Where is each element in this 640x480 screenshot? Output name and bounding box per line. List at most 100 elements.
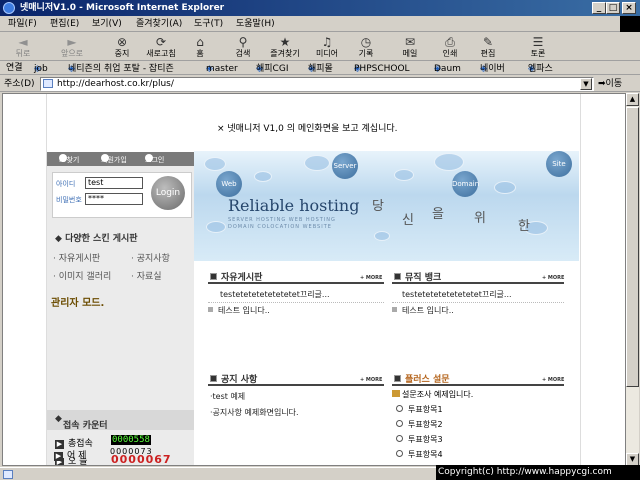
free-board-more[interactable]: + MORE: [360, 275, 382, 281]
bubble-server: Server: [332, 153, 358, 179]
address-dropdown-icon[interactable]: ▼: [580, 78, 592, 90]
counter-yesterday-value: 0000073: [110, 447, 153, 456]
password-label: 비밀번호: [56, 196, 82, 204]
stop-button[interactable]: ⊗ 중지: [108, 33, 136, 61]
banner-char: 위: [474, 211, 486, 226]
links-bar: 연결 ◈ job ◈ 네티즌의 취업 포탈 - 잡티즌 ◈ master ◈ 해피CGI…: [0, 61, 640, 75]
refresh-button[interactable]: ⟳ 새로고침: [140, 33, 182, 61]
skin-link-gallery[interactable]: · 이미지 갤러리: [53, 269, 111, 282]
poll-option[interactable]: 투표항목3: [396, 434, 443, 445]
login-tabs: ID찾기 회원가입 로그인: [47, 152, 194, 166]
star-icon: ★: [279, 35, 291, 49]
ie-icon: [3, 2, 15, 14]
links-label: 연결: [6, 63, 23, 73]
menu-edit[interactable]: 편집(E): [50, 18, 79, 30]
skin-link-files[interactable]: · 자료실: [131, 269, 162, 282]
password-input[interactable]: ****: [85, 193, 143, 205]
poll-question: 설문조사 예제입니다.: [392, 389, 473, 400]
banner-char: 신: [402, 213, 414, 228]
go-button[interactable]: ➡이동: [598, 78, 622, 90]
go-arrow-icon: ➡: [598, 79, 606, 89]
address-bar: 주소(D) http://dearhost.co.kr/plus/ ▼ ➡이동: [0, 76, 640, 92]
discuss-button[interactable]: ☰ 토론: [524, 33, 552, 61]
back-arrow-icon: ◄: [18, 35, 28, 49]
counter-yesterday: ▶ 어 제 0000073: [54, 447, 153, 461]
music-board-item[interactable]: testetetetetetetetet끄리글...: [402, 289, 512, 300]
board-icon: [210, 375, 217, 382]
banner-char: 한: [518, 219, 530, 234]
close-button[interactable]: ×: [622, 2, 636, 14]
home-button[interactable]: ⌂ 홈: [188, 33, 212, 61]
title-bar: 넷매니저V1.0 - Microsoft Internet Explorer _…: [0, 0, 640, 16]
printer-icon: ⎙: [445, 35, 455, 49]
mail-icon: ✉: [404, 35, 416, 49]
windows-logo-icon: [620, 16, 640, 32]
refresh-icon: ⟳: [155, 35, 167, 49]
music-board-more[interactable]: + MORE: [542, 275, 564, 281]
toolbar: ◄ 뒤로 ► 앞으로 ⊗ 중지 ⟳ 새로고침 ⌂ 홈 ⚲ 검색 ★ 즐겨찾기 ♫…: [0, 33, 640, 61]
scroll-thumb[interactable]: [626, 107, 639, 387]
menu-help[interactable]: 도움말(H): [236, 18, 275, 30]
print-button[interactable]: ⎙ 인쇄: [436, 33, 464, 61]
free-board-item[interactable]: 테스트 입니다..: [208, 305, 270, 316]
bubble-domain: Domain: [452, 171, 479, 197]
bubble-site: Site: [546, 151, 572, 177]
minimize-button[interactable]: _: [592, 2, 606, 14]
poll-more[interactable]: + MORE: [542, 377, 564, 383]
radio-icon[interactable]: [396, 435, 403, 442]
board-divider: [208, 282, 384, 284]
notice-item[interactable]: ·test 예제: [210, 391, 245, 402]
arrow-icon: ▶: [54, 452, 63, 461]
radio-icon[interactable]: [396, 450, 403, 457]
maximize-button[interactable]: □: [606, 2, 620, 14]
hosting-banner: Web Server Domain Site Reliable hosting …: [194, 151, 579, 261]
menu-favorites[interactable]: 즐겨찾기(A): [136, 18, 182, 30]
favorites-button[interactable]: ★ 즐겨찾기: [264, 33, 306, 61]
login-button[interactable]: Login: [151, 176, 185, 210]
dotted-divider: [392, 302, 564, 303]
poll-option[interactable]: 투표항목2: [396, 419, 443, 430]
radio-icon[interactable]: [396, 405, 403, 412]
history-button[interactable]: ◷ 기록: [352, 33, 380, 61]
media-button[interactable]: ♫ 미디어: [310, 33, 344, 61]
board-divider: [392, 384, 564, 386]
radio-icon[interactable]: [396, 420, 403, 427]
search-button[interactable]: ⚲ 검색: [228, 33, 258, 61]
menu-view[interactable]: 보기(V): [92, 18, 122, 30]
address-input[interactable]: http://dearhost.co.kr/plus/: [40, 77, 594, 91]
menu-bar: 파일(F) 편집(E) 보기(V) 즐겨찾기(A) 도구(T) 도움말(H): [0, 16, 640, 32]
banner-brand: Reliable hosting: [228, 196, 360, 215]
menu-tools[interactable]: 도구(T): [194, 18, 223, 30]
dotted-divider: [208, 302, 384, 303]
search-icon: ⚲: [238, 35, 248, 49]
notice-item[interactable]: ·공지사항 예제화면입니다.: [210, 407, 299, 418]
id-input[interactable]: test: [85, 177, 143, 189]
board-divider: [392, 282, 564, 284]
menu-file[interactable]: 파일(F): [8, 18, 37, 30]
counter-total-value: 0000558: [111, 435, 151, 445]
skin-link-notice[interactable]: · 공지사항: [131, 251, 170, 264]
media-icon: ♫: [321, 35, 333, 49]
counter-header: ◆ 접속 카운터: [47, 410, 194, 431]
poll-option[interactable]: 투표항목4: [396, 449, 443, 460]
forward-button[interactable]: ► 앞으로: [52, 33, 92, 61]
music-board-item[interactable]: 테스트 입니다..: [392, 305, 454, 316]
discuss-icon: ☰: [532, 35, 544, 49]
board-icon: [210, 273, 217, 280]
back-button[interactable]: ◄ 뒤로: [6, 33, 40, 61]
poll-option[interactable]: 투표항목1: [396, 404, 443, 415]
scroll-up-icon[interactable]: ▲: [626, 93, 639, 106]
skin-link-free[interactable]: · 자유게시판: [53, 251, 100, 264]
edit-button[interactable]: ✎ 편집: [474, 33, 502, 61]
page-icon: [43, 79, 53, 88]
banner-subtitle: SERVER HOSTING WEB HOSTING DOMAIN COLOCAT…: [228, 217, 336, 230]
mail-button[interactable]: ✉ 메일: [396, 33, 424, 61]
copyright-text: Copyright(c) http://www.happycgi.com: [436, 465, 640, 480]
address-label: 주소(D): [4, 79, 35, 89]
history-icon: ◷: [360, 35, 372, 49]
notice-board-more[interactable]: + MORE: [360, 377, 382, 383]
forward-arrow-icon: ►: [67, 35, 77, 49]
vertical-scrollbar[interactable]: ▲ ▼: [626, 93, 639, 466]
admin-mode-link[interactable]: 관리자 모드.: [51, 294, 104, 309]
free-board-item[interactable]: testetetetetetetetet끄리글...: [220, 289, 330, 300]
